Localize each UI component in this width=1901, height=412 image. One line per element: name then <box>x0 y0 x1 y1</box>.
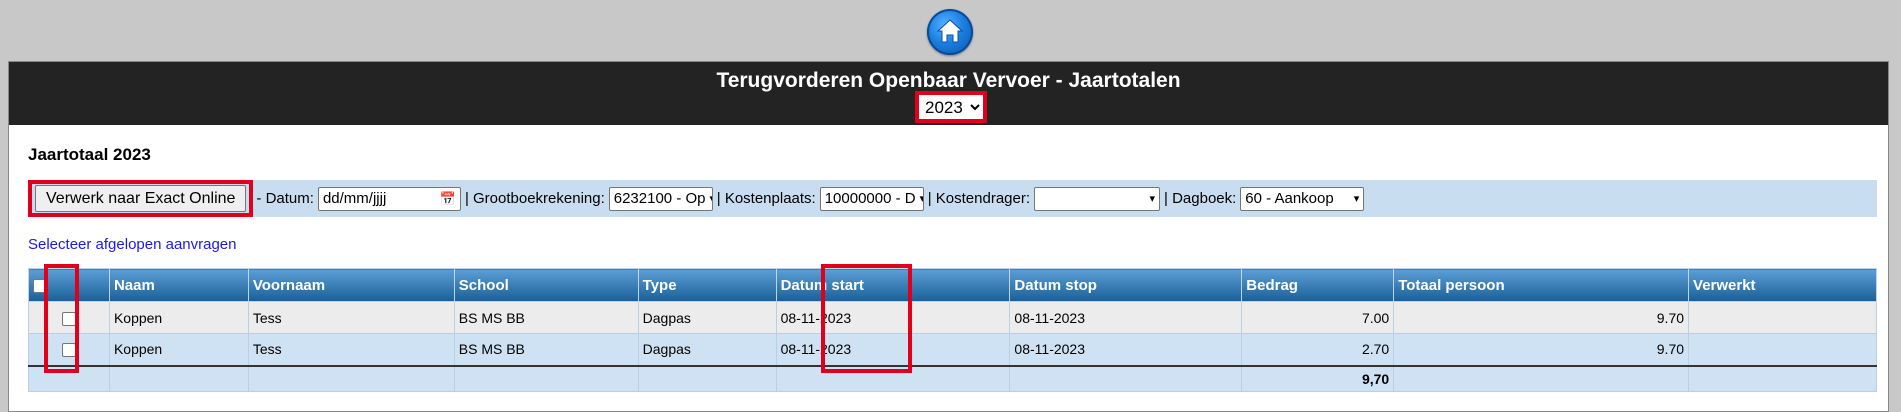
total-cell-empty <box>1688 364 1877 392</box>
total-cell-empty <box>247 364 455 392</box>
table-row: Koppen Tess BS MS BB Dagpas 08-11-2023 0… <box>28 301 1877 334</box>
totals-row: 9,70 <box>28 364 1877 392</box>
cell-bedrag: 2.70 <box>1241 333 1395 366</box>
column-header-datum-start[interactable]: Datum start <box>775 268 1011 302</box>
column-header-datum-stop[interactable]: Datum stop <box>1009 268 1243 302</box>
select-all-header <box>28 268 110 302</box>
chevron-down-icon: ▾ <box>1149 193 1156 205</box>
grootboek-value: 6232100 - Op <box>613 190 706 207</box>
column-header-type[interactable]: Type <box>637 268 777 302</box>
page-header: Terugvorderen Openbaar Vervoer - Jaartot… <box>9 62 1888 125</box>
row-checkbox[interactable] <box>61 311 76 326</box>
exact-button-highlight: Verwerk naar Exact Online <box>28 180 254 217</box>
cell-voornaam: Tess <box>247 333 455 366</box>
kostendrager-select[interactable]: ▾ <box>1034 186 1161 211</box>
datum-label: - Datum: <box>256 190 314 207</box>
kostenplaats-select[interactable]: 10000000 - D ▾ <box>819 186 924 211</box>
column-header-voornaam[interactable]: Voornaam <box>247 268 455 302</box>
column-header-verwerkt[interactable]: Verwerkt <box>1688 268 1877 302</box>
dagboek-value: 60 - Aankoop <box>1245 190 1334 207</box>
column-header-naam[interactable]: Naam <box>108 268 249 302</box>
cell-verwerkt <box>1688 301 1877 334</box>
cell-datum-stop: 08-11-2023 <box>1009 333 1243 366</box>
year-select-highlight: 2023 <box>915 91 987 123</box>
export-toolbar: Verwerk naar Exact Online - Datum: dd/mm… <box>28 180 1877 217</box>
chevron-down-icon: ▾ <box>920 192 923 205</box>
total-bedrag: 9,70 <box>1241 364 1395 392</box>
year-select[interactable]: 2023 <box>919 95 983 119</box>
total-cell-empty <box>775 364 1011 392</box>
column-header-bedrag[interactable]: Bedrag <box>1241 268 1395 302</box>
datum-input[interactable]: dd/mm/jjjj 📅 <box>317 186 461 211</box>
cell-school: BS MS BB <box>453 301 639 334</box>
home-icon <box>936 19 964 43</box>
cell-naam: Koppen <box>108 301 249 334</box>
totals-table: Naam Voornaam School Type Datum start Da… <box>28 268 1877 392</box>
grootboek-select[interactable]: 6232100 - Op ▾ <box>608 186 713 211</box>
table-header-row: Naam Voornaam School Type Datum start Da… <box>28 268 1877 302</box>
table-row: Koppen Tess BS MS BB Dagpas 08-11-2023 0… <box>28 333 1877 366</box>
dagboek-label: | Dagboek: <box>1164 190 1237 207</box>
cell-bedrag: 7.00 <box>1241 301 1395 334</box>
home-button[interactable] <box>927 9 973 55</box>
row-select-cell <box>28 301 110 334</box>
cell-voornaam: Tess <box>247 301 455 334</box>
cell-datum-stop: 08-11-2023 <box>1009 301 1243 334</box>
total-cell-empty <box>28 364 110 392</box>
section-title: Jaartotaal 2023 <box>28 145 151 164</box>
row-select-cell <box>28 333 110 366</box>
total-cell-empty <box>637 364 777 392</box>
total-cell-empty <box>1009 364 1243 392</box>
kostenplaats-label: | Kostenplaats: <box>716 190 816 207</box>
select-expired-link[interactable]: Selecteer afgelopen aanvragen <box>28 236 237 253</box>
total-cell-empty <box>108 364 249 392</box>
row-checkbox[interactable] <box>61 343 76 358</box>
cell-type: Dagpas <box>637 333 777 366</box>
total-cell-empty <box>1393 364 1690 392</box>
cell-school: BS MS BB <box>453 333 639 366</box>
grootboek-label: | Grootboekrekening: <box>464 190 605 207</box>
datum-placeholder: dd/mm/jjjj <box>322 190 387 207</box>
kostendrager-label: | Kostendrager: <box>927 190 1031 207</box>
select-all-checkbox[interactable] <box>33 278 47 293</box>
total-cell-empty <box>453 364 639 392</box>
column-header-school[interactable]: School <box>453 268 639 302</box>
main-panel: Terugvorderen Openbaar Vervoer - Jaartot… <box>8 61 1889 412</box>
cell-naam: Koppen <box>108 333 249 366</box>
dagboek-select[interactable]: 60 - Aankoop ▾ <box>1240 186 1365 211</box>
cell-totaal-persoon: 9.70 <box>1393 301 1690 334</box>
export-exact-button[interactable]: Verwerk naar Exact Online <box>35 185 247 212</box>
chevron-down-icon: ▾ <box>1353 193 1360 205</box>
page-title: Terugvorderen Openbaar Vervoer - Jaartot… <box>716 69 1181 92</box>
chevron-down-icon: ▾ <box>710 192 712 205</box>
calendar-icon[interactable]: 📅 <box>440 191 456 207</box>
cell-type: Dagpas <box>637 301 777 334</box>
cell-datum-start: 08-11-2023 <box>775 333 1011 366</box>
column-header-totaal-persoon[interactable]: Totaal persoon <box>1393 268 1690 302</box>
cell-totaal-persoon: 9.70 <box>1393 333 1690 366</box>
kostenplaats-value: 10000000 - D <box>824 190 916 207</box>
cell-datum-start: 08-11-2023 <box>775 301 1011 334</box>
cell-verwerkt <box>1688 333 1877 366</box>
